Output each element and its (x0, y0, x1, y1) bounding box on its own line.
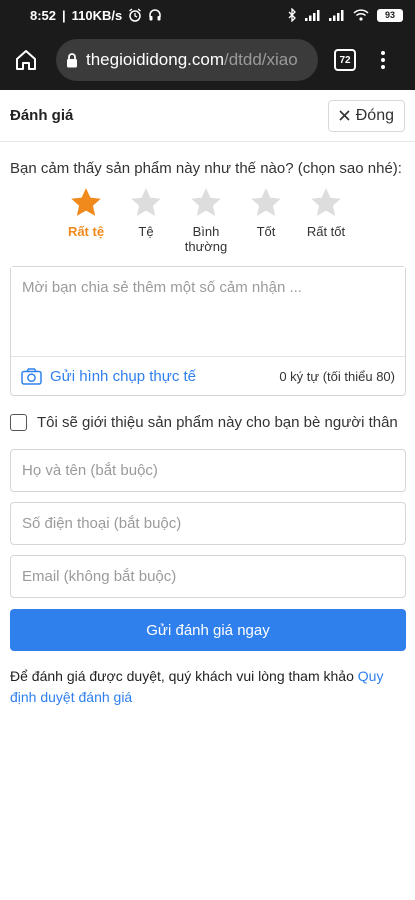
clock: 8:52 (30, 7, 57, 23)
star-3[interactable]: Bình thường (176, 186, 236, 254)
url-path: /dtdd/xiao (223, 50, 298, 69)
signal-icon-2 (329, 9, 345, 21)
star-icon (71, 188, 101, 216)
star-label: Bình thường (184, 224, 228, 254)
review-header: Đánh giá Đóng (0, 90, 415, 142)
star-2[interactable]: Tệ (116, 186, 176, 254)
submit-review-button[interactable]: Gửi đánh giá ngay (10, 609, 406, 651)
alarm-icon (128, 8, 142, 22)
star-1[interactable]: Rất tệ (56, 186, 116, 254)
name-field[interactable] (10, 449, 406, 492)
camera-icon (21, 367, 42, 385)
status-bar: 8:52 | 110KB/s 93 (0, 0, 415, 30)
bluetooth-icon (287, 8, 297, 22)
note-text: Để đánh giá được duyệt, quý khách vui lò… (10, 668, 358, 684)
home-icon (16, 50, 36, 70)
star-icon (251, 188, 281, 216)
phone-field[interactable] (10, 502, 406, 545)
char-counter: 0 ký tự (tối thiểu 80) (279, 368, 395, 384)
home-button[interactable] (10, 44, 42, 76)
close-button[interactable]: Đóng (327, 99, 405, 132)
recommend-label: Tôi sẽ giới thiệu sản phẩm này cho bạn b… (37, 414, 398, 431)
more-menu-button[interactable] (378, 51, 388, 69)
star-label: Tệ (138, 224, 154, 239)
star-label: Rất tốt (306, 224, 346, 239)
comment-textarea[interactable] (11, 267, 405, 356)
browser-toolbar: thegioididong.com/dtdd/xiao 72 (0, 30, 415, 90)
close-icon (339, 110, 350, 121)
star-icon (311, 188, 341, 216)
email-field[interactable] (10, 555, 406, 598)
upload-photo-label: Gửi hình chụp thực tế (50, 367, 196, 385)
close-label: Đóng (355, 106, 394, 124)
comment-box: Gửi hình chụp thực tế 0 ký tự (tối thiểu… (10, 266, 406, 396)
upload-photo-button[interactable]: Gửi hình chụp thực tế (21, 368, 196, 385)
address-bar[interactable]: thegioididong.com/dtdd/xiao (56, 39, 318, 81)
rating-question: Bạn cảm thấy sản phẩm này như thế nào? (… (10, 160, 402, 177)
star-4[interactable]: Tốt (236, 186, 296, 254)
dot-icon (381, 65, 385, 69)
star-5[interactable]: Rất tốt (296, 186, 356, 254)
recommend-option[interactable]: Tôi sẽ giới thiệu sản phẩm này cho bạn b… (10, 414, 398, 431)
comment-footer: Gửi hình chụp thực tế 0 ký tự (tối thiểu… (11, 356, 405, 395)
star-rating: Rất tệ Tệ Bình thường Tốt Rất tốt (56, 186, 356, 254)
tab-switcher-button[interactable]: 72 (334, 49, 356, 71)
star-label: Rất tệ (67, 224, 105, 239)
signal-icon (305, 9, 321, 21)
dot-icon (381, 58, 385, 62)
page-title: Đánh giá (10, 107, 74, 124)
network-speed: 110KB/s (71, 7, 123, 23)
headset-icon (148, 8, 162, 22)
star-icon (191, 188, 221, 216)
dot-icon (381, 51, 385, 55)
lock-icon (66, 52, 78, 68)
review-note: Để đánh giá được duyệt, quý khách vui lò… (10, 666, 406, 708)
star-icon (131, 188, 161, 216)
url-host: thegioididong.com (86, 50, 224, 69)
star-label: Tốt (256, 224, 276, 239)
wifi-icon (353, 9, 369, 21)
recommend-checkbox[interactable] (10, 414, 27, 431)
battery-icon: 93 (377, 8, 403, 22)
